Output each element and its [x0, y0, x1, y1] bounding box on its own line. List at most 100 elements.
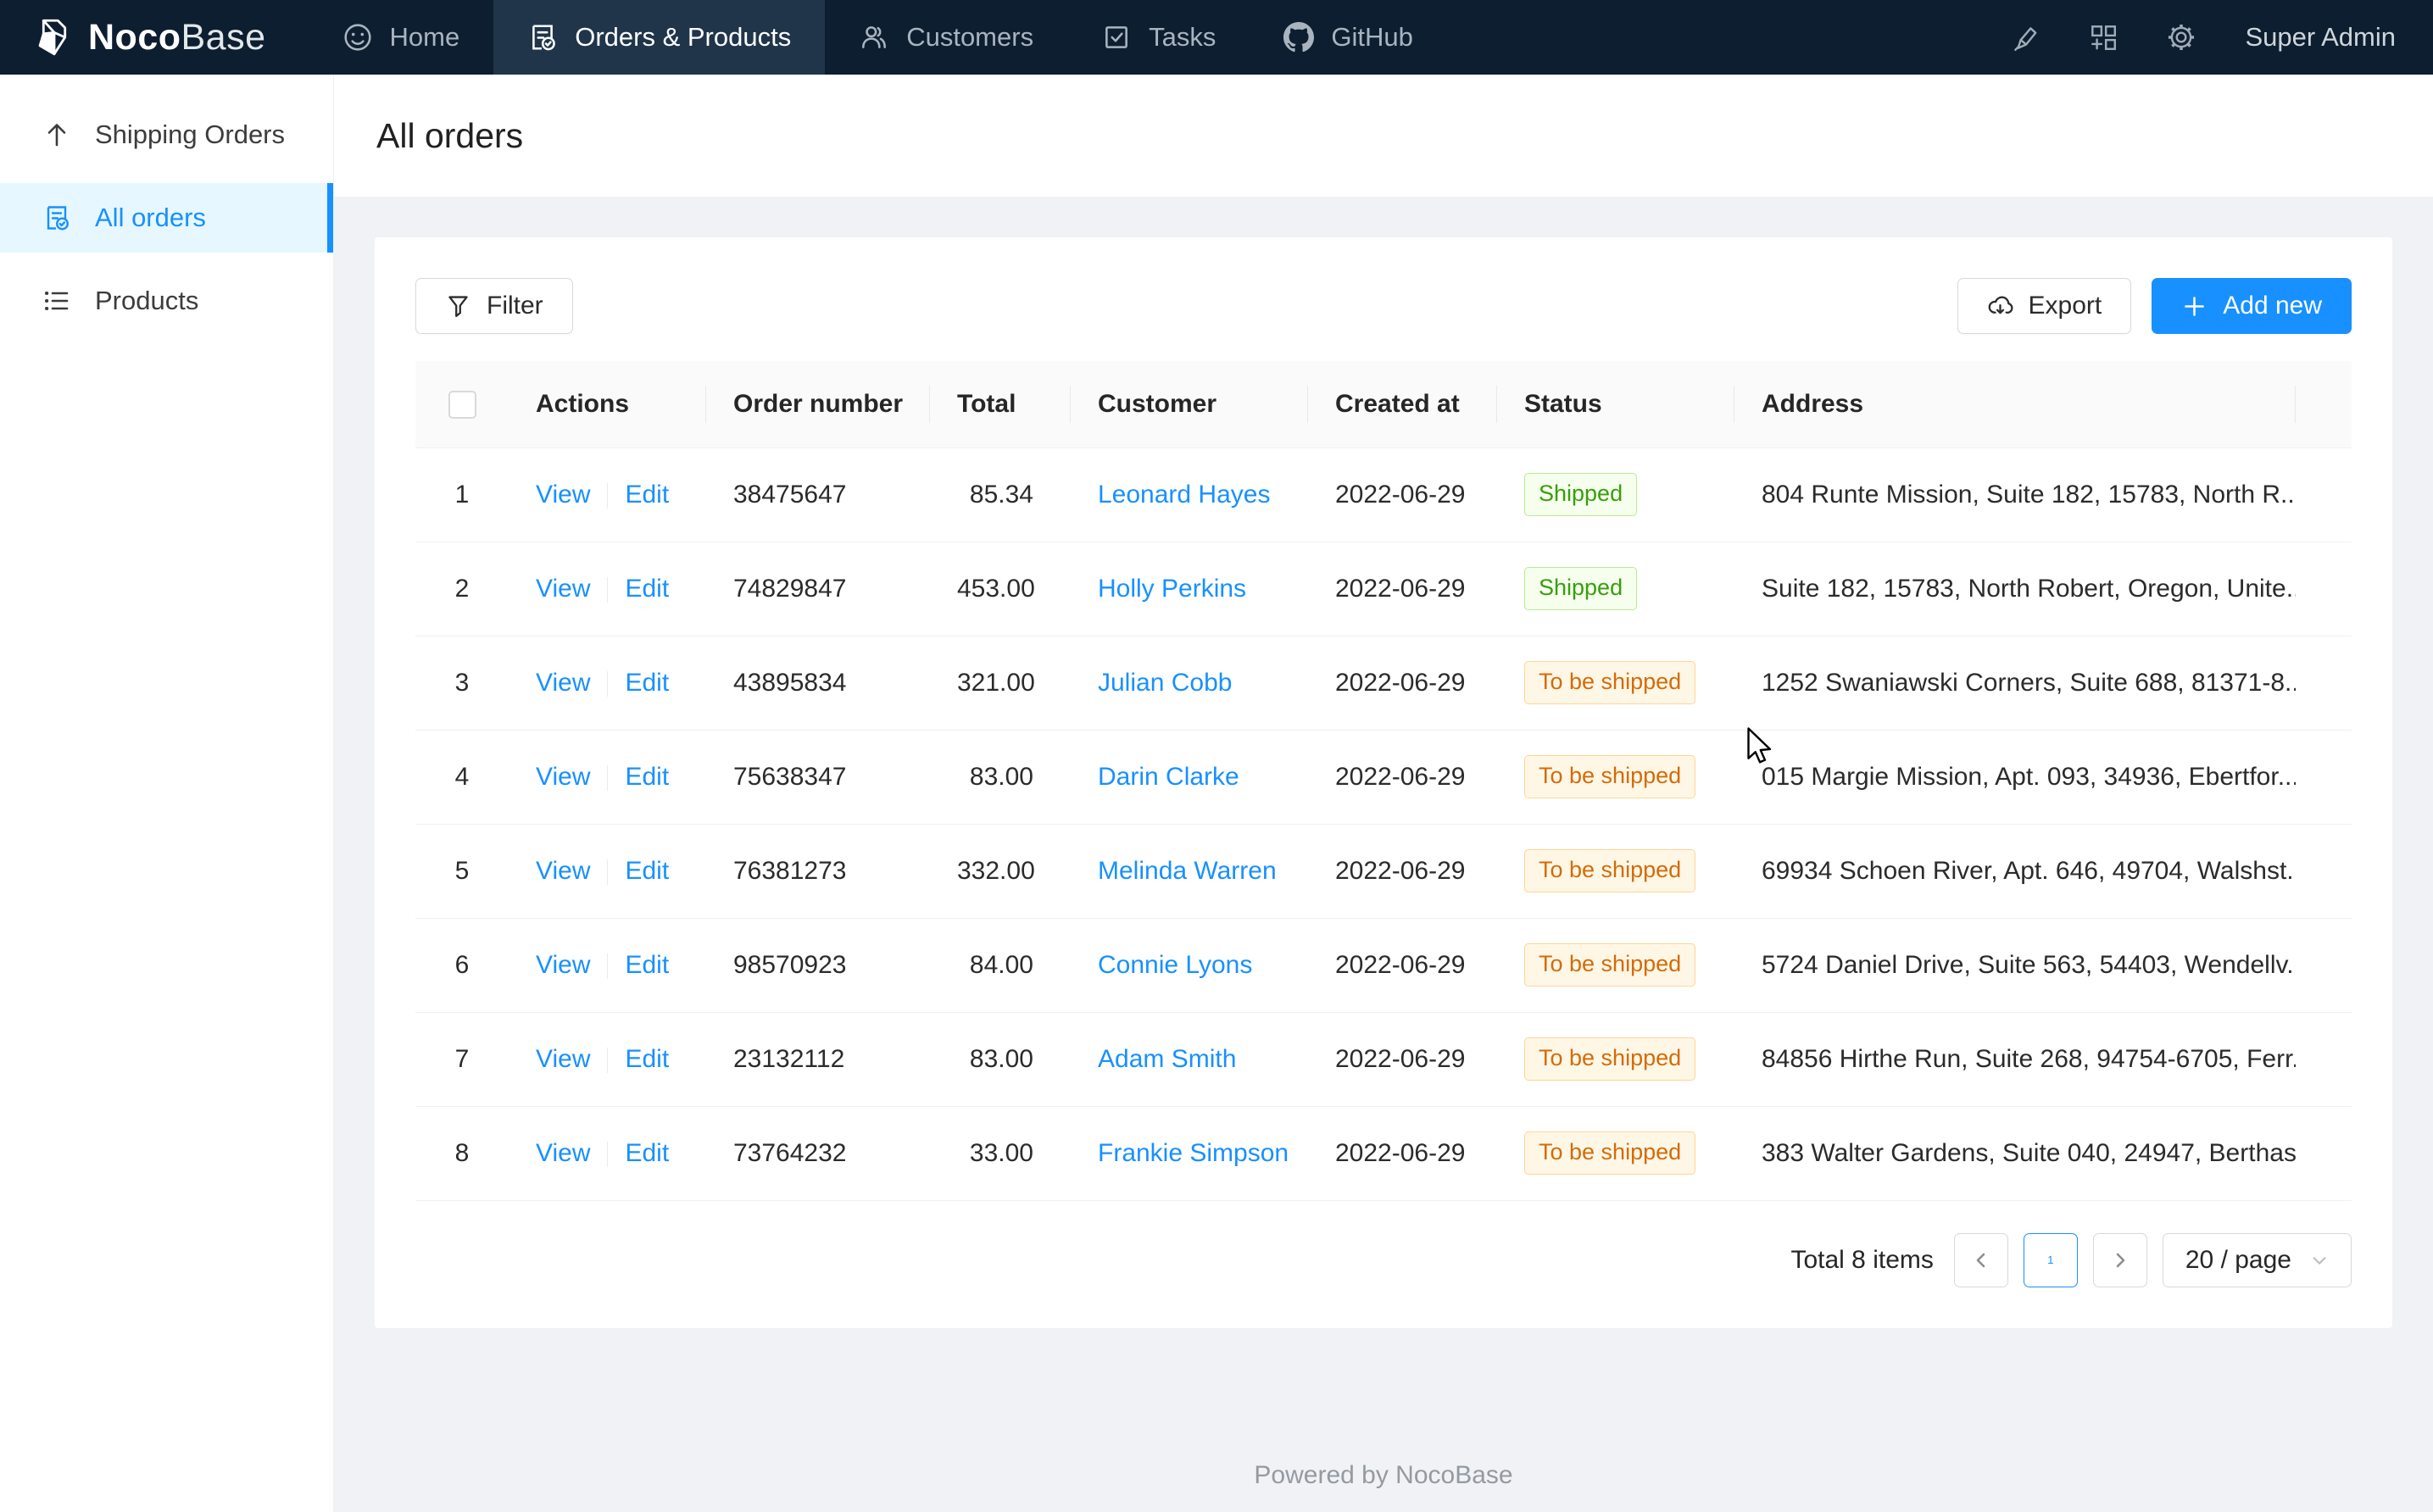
view-link[interactable]: View — [536, 857, 590, 885]
nav-tab-home[interactable]: Home — [309, 0, 494, 75]
toolbar-right: Export Add new — [1957, 278, 2352, 334]
orders-table: Actions Order number Total Customer Crea… — [415, 361, 2352, 1201]
status-badge: To be shipped — [1524, 661, 1695, 703]
actions-cell: View Edit — [509, 918, 706, 1012]
created-at-cell: 2022-06-29 — [1308, 824, 1497, 918]
table-row: 6 ViewEdit 98570923 84.00 Connie Lyons 2… — [415, 918, 2352, 1012]
status-badge: To be shipped — [1524, 755, 1695, 798]
customer-link[interactable]: Adam Smith — [1098, 1045, 1236, 1073]
pagination-prev-button[interactable] — [1954, 1233, 2008, 1287]
pagination-total: Total 8 items — [1790, 1246, 1933, 1275]
view-link[interactable]: View — [536, 575, 590, 603]
spacer-cell — [2296, 1106, 2352, 1200]
created-at-cell: 2022-06-29 — [1308, 730, 1497, 824]
spacer-cell — [2296, 636, 2352, 730]
customer-link[interactable]: Connie Lyons — [1098, 951, 1252, 979]
address-cell: Suite 182, 15783, North Robert, Oregon, … — [1734, 542, 2296, 636]
nav-tab-tasks[interactable]: Tasks — [1067, 0, 1250, 75]
blocks-plus-icon[interactable] — [2064, 22, 2142, 53]
total-cell: 85.34 — [930, 447, 1071, 542]
created-at-cell: 2022-06-29 — [1308, 447, 1497, 542]
view-link[interactable]: View — [536, 951, 590, 979]
user-menu[interactable]: Super Admin — [2246, 22, 2397, 53]
table-row: 1 ViewEdit 38475647 85.34 Leonard Hayes … — [415, 447, 2352, 542]
row-index: 2 — [455, 575, 470, 603]
customer-link[interactable]: Melinda Warren — [1098, 857, 1277, 885]
nav-tab-orders-products[interactable]: Orders & Products — [493, 0, 825, 75]
gear-icon[interactable] — [2142, 22, 2220, 53]
link-divider — [607, 1142, 608, 1167]
edit-link[interactable]: Edit — [625, 1045, 669, 1073]
view-link[interactable]: View — [536, 481, 590, 509]
view-link[interactable]: View — [536, 763, 590, 791]
status-cell: To be shipped — [1497, 1012, 1734, 1106]
chevron-right-icon — [2110, 1250, 2130, 1270]
customer-link[interactable]: Darin Clarke — [1098, 763, 1239, 791]
view-link[interactable]: View — [536, 1045, 590, 1073]
pagination-next-button[interactable] — [2093, 1233, 2147, 1287]
status-badge: Shipped — [1524, 473, 1637, 515]
nav-tab-github[interactable]: GitHub — [1250, 0, 1446, 75]
edit-link[interactable]: Edit — [625, 669, 669, 697]
page-size-select[interactable]: 20 / page — [2163, 1233, 2352, 1287]
check-square-icon — [1101, 22, 1132, 53]
export-button-label: Export — [2029, 292, 2102, 320]
total-cell: 332.00 — [930, 824, 1071, 918]
sidebar-item-all-orders[interactable]: All orders — [0, 183, 333, 253]
filter-button[interactable]: Filter — [415, 278, 573, 334]
pagination-page-1[interactable]: 1 — [2024, 1233, 2078, 1287]
page-size-value: 20 / page — [2185, 1246, 2291, 1275]
order-number-cell: 38475647 — [706, 447, 930, 542]
edit-link[interactable]: Edit — [625, 575, 669, 603]
column-header-created-at: Created at — [1308, 361, 1497, 447]
customer-cell: Connie Lyons — [1071, 918, 1308, 1012]
customer-link[interactable]: Julian Cobb — [1098, 669, 1232, 697]
status-badge: To be shipped — [1524, 1037, 1695, 1080]
order-number-cell: 73764232 — [706, 1106, 930, 1200]
view-link[interactable]: View — [536, 669, 590, 697]
table-toolbar: Filter Export — [415, 278, 2352, 334]
order-number-cell: 75638347 — [706, 730, 930, 824]
created-at-cell: 2022-06-29 — [1308, 636, 1497, 730]
status-cell: To be shipped — [1497, 730, 1734, 824]
status-badge: Shipped — [1524, 567, 1637, 609]
address-cell: 383 Walter Gardens, Suite 040, 24947, Be… — [1734, 1106, 2296, 1200]
sidebar-item-label: Products — [95, 286, 198, 316]
customer-link[interactable]: Holly Perkins — [1098, 575, 1246, 603]
link-divider — [607, 765, 608, 791]
content-area: Filter Export — [334, 197, 2433, 1369]
view-link[interactable]: View — [536, 1139, 590, 1167]
chevron-down-icon — [2310, 1251, 2329, 1270]
customer-cell: Darin Clarke — [1071, 730, 1308, 824]
edit-link[interactable]: Edit — [625, 1139, 669, 1167]
sidebar-item-shipping-orders[interactable]: Shipping Orders — [0, 100, 333, 170]
column-header-spacer — [2296, 361, 2352, 447]
actions-cell: View Edit — [509, 824, 706, 918]
edit-link[interactable]: Edit — [625, 481, 669, 509]
link-divider — [607, 859, 608, 885]
edit-link[interactable]: Edit — [625, 951, 669, 979]
address-cell: 015 Margie Mission, Apt. 093, 34936, Ebe… — [1734, 730, 2296, 824]
nav-tab-label: GitHub — [1331, 22, 1412, 53]
sidebar-item-products[interactable]: Products — [0, 266, 333, 336]
edit-link[interactable]: Edit — [625, 763, 669, 791]
nav-tabs: Home Orders & Products — [309, 0, 1447, 75]
select-all-checkbox[interactable] — [448, 391, 476, 419]
top-nav: NocoBase Home — [0, 0, 2433, 75]
customer-cell: Holly Perkins — [1071, 542, 1308, 636]
address-cell: 1252 Swaniawski Corners, Suite 688, 8137… — [1734, 636, 2296, 730]
row-index: 8 — [455, 1139, 470, 1167]
add-new-button[interactable]: Add new — [2152, 278, 2352, 334]
nocobase-logo[interactable]: NocoBase — [0, 0, 309, 75]
highlighter-icon[interactable] — [1986, 22, 2064, 53]
nav-tab-customers[interactable]: Customers — [825, 0, 1067, 75]
export-button[interactable]: Export — [1957, 278, 2132, 334]
edit-link[interactable]: Edit — [625, 857, 669, 885]
customer-cell: Adam Smith — [1071, 1012, 1308, 1106]
customer-link[interactable]: Leonard Hayes — [1098, 481, 1270, 509]
status-cell: To be shipped — [1497, 918, 1734, 1012]
total-cell: 33.00 — [930, 1106, 1071, 1200]
actions-cell: View Edit — [509, 730, 706, 824]
orders-card: Filter Export — [375, 237, 2392, 1328]
customer-link[interactable]: Frankie Simpson — [1098, 1139, 1289, 1167]
